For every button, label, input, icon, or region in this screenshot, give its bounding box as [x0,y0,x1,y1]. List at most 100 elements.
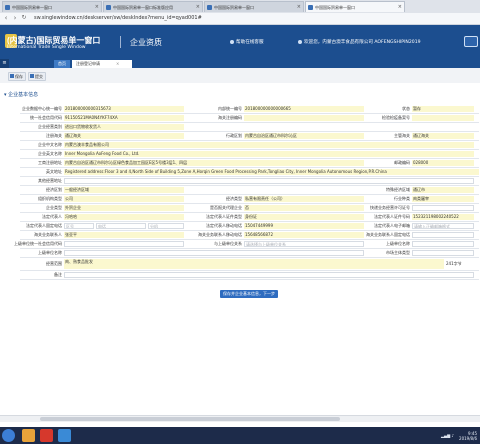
volume-icon[interactable]: ♪ [451,433,454,438]
field-label: 上级单位统一社会信用代码 [14,241,62,246]
field-label: 行政区划 [226,133,242,138]
parent-credit-code-field[interactable] [64,241,184,247]
economic-type-field[interactable]: 私营有限责任（公司） [244,196,364,202]
page-tabs: ≡ 首页 注册登记申请 × [0,59,480,68]
field-label: 法定代表人 [42,214,62,219]
menu-icon[interactable]: ≡ [0,59,9,68]
enterprise-form: 企业数据中心统一编号 201800000000315673 内部统一编号 201… [14,105,479,280]
close-icon[interactable]: × [196,2,200,12]
close-icon[interactable]: × [116,61,119,66]
legal-rep-mobile-field[interactable]: 15047449999 [244,223,364,229]
economic-zone-field[interactable]: 一般经济区域 [64,187,184,193]
email-input[interactable]: 请输入正确邮箱格式 [412,223,474,229]
field-label: 内部统一编号 [218,106,242,111]
close-icon[interactable]: × [297,2,301,12]
contact-phone-field[interactable] [412,232,474,238]
submit-button[interactable]: 提交 [28,72,46,81]
other-address-field[interactable] [64,178,474,184]
browser-tab[interactable]: 中国国际贸易单一窗口 × [2,1,102,12]
field-label: 经营范围 [46,261,62,266]
form-row: 其他经营地址 [20,177,479,186]
submit-icon [30,74,34,78]
save-button[interactable]: 保存 [8,72,26,81]
clock-date: 2019/8/6 [459,436,477,441]
os-taskbar: ▂▄▆ ♪ 9:45 2019/8/6 [0,427,480,444]
legal-rep-field[interactable]: 冯哈哈 [64,214,184,220]
remarks-field[interactable] [64,272,474,278]
start-button-icon[interactable] [2,429,15,442]
special-zone-field[interactable]: 通辽市 [412,187,474,193]
registered-address-field[interactable]: 内蒙古自治区通辽市科尔沁区绿色食品加工园区E区5号楼3层1、四层 [64,160,364,166]
tab-current[interactable]: 注册登记申请 × [72,60,132,68]
field-label: 海关注册编码 [218,115,242,120]
form-row: 企业数据中心统一编号 201800000000315673 内部统一编号 201… [20,105,479,114]
market-subject-type-field[interactable] [412,250,474,256]
save-next-button[interactable]: 保存并企业基本信息，下一步 [220,290,278,298]
scrollbar-thumb[interactable] [40,417,340,421]
agent-flag-field[interactable]: 否 [244,205,364,211]
module-title: 企业资质 [130,38,162,47]
english-name-field[interactable]: Inner Mongolia AoFeng Food Co., Ltd. [64,151,474,157]
field-label: 备注 [54,272,62,277]
help-link[interactable]: 帮助在线客服 [230,39,264,45]
browser-tab-active[interactable]: 中国国际贸易单一窗口 × [305,1,405,12]
section-title-label: 企业基本信息 [8,92,39,98]
network-icon[interactable]: ▂▄▆ [441,433,452,438]
field-label: 市场主体类型 [386,250,410,255]
phone-input[interactable]: 电话 [96,223,146,229]
browser-icon[interactable] [58,429,71,442]
customs-code-field[interactable] [244,115,364,121]
parent-relation-select[interactable]: 请选择与上级单位关系 [244,241,364,247]
industry-field[interactable]: 肉类屠宰 [412,196,474,202]
ciq-no-field[interactable] [412,115,474,121]
form-row: 工商注册地址 内蒙古自治区通辽市科尔沁区绿色食品加工园区E区5号楼3层1、四层 … [20,159,479,168]
logout-button[interactable] [464,36,478,47]
supervising-customs-field[interactable]: 通辽海关 [412,133,474,139]
parent-unit-name-field[interactable] [64,250,364,256]
enterprise-center-no-field[interactable]: 201800000000315673 [64,106,184,112]
chinese-name-field[interactable]: 内蒙古澳丰食品有限公司 [64,142,474,148]
credit-code-field[interactable]: 91150521MA0N4YKF74XA [64,115,184,121]
region-field[interactable]: 内蒙古自治区通辽市科尔沁区 [244,133,364,139]
form-toolbar: 保存 提交 [0,68,480,83]
postal-code-field[interactable]: 028000 [412,160,474,166]
extension-input[interactable]: 分机 [148,223,184,229]
forward-icon[interactable]: › [11,14,19,22]
refresh-icon[interactable]: ↻ [20,14,28,22]
url-field[interactable]: sw.singlewindow.cn/deskserver/sw/deskInd… [34,14,334,22]
org-type-field[interactable]: 公司 [64,196,184,202]
browser-tab[interactable]: 中国国际贸易单一窗口 × [204,1,304,12]
contact-mobile-field[interactable]: 15648566872 [244,232,364,238]
express-license-field[interactable] [412,205,474,211]
form-row: 经营范围 肉、熟食品批发 241字节 [20,258,479,271]
contact-name-field[interactable]: 张亚平 [64,232,184,238]
browser-tab-bar: 中国国际贸易单一窗口 × 中国国际贸易单一窗口标准版应用 × 中国国际贸易单一窗口 ×… [0,0,480,13]
id-number-field[interactable]: 152321198002240522 [412,214,474,220]
status-field[interactable]: 暂存 [412,106,474,112]
english-address-field[interactable]: Registered address:Floor 3 and 4,North S… [64,169,479,175]
horizontal-scrollbar[interactable] [0,415,480,422]
business-scope-textarea[interactable]: 肉、熟食品批发 [64,259,444,269]
app-icon[interactable] [40,429,53,442]
help-icon [230,39,234,44]
save-icon [10,74,14,78]
tab-home[interactable]: 首页 [54,60,70,68]
close-icon[interactable]: × [95,2,99,12]
file-explorer-icon[interactable] [22,429,35,442]
area-code-input[interactable]: 区号 [64,223,94,229]
tab-label: 中国国际贸易单一窗口 [214,5,254,10]
close-icon[interactable]: × [398,2,402,12]
registered-customs-field[interactable]: 通辽海关 [64,133,184,139]
form-row: 备注 [20,271,479,280]
business-category-field[interactable]: 进出口货物收发货人 [64,124,184,130]
enterprise-type-field[interactable]: 外贸企业 [64,205,184,211]
address-bar: ‹ › ↻ sw.singlewindow.cn/deskserver/sw/d… [0,13,480,25]
clock[interactable]: 9:45 2019/8/6 [459,431,477,441]
form-row: 组织机构类型 公司 经济类型 私营有限责任（公司） 行业种类 肉类屠宰 [20,195,479,204]
internal-no-field[interactable]: 201800000000000665 [244,106,364,112]
parent-name-field[interactable] [412,241,474,247]
back-icon[interactable]: ‹ [2,14,10,22]
tab-label: 中国国际贸易单一窗口 [12,5,52,10]
browser-tab[interactable]: 中国国际贸易单一窗口标准版应用 × [103,1,203,12]
id-type-field[interactable]: 身份证 [244,214,364,220]
